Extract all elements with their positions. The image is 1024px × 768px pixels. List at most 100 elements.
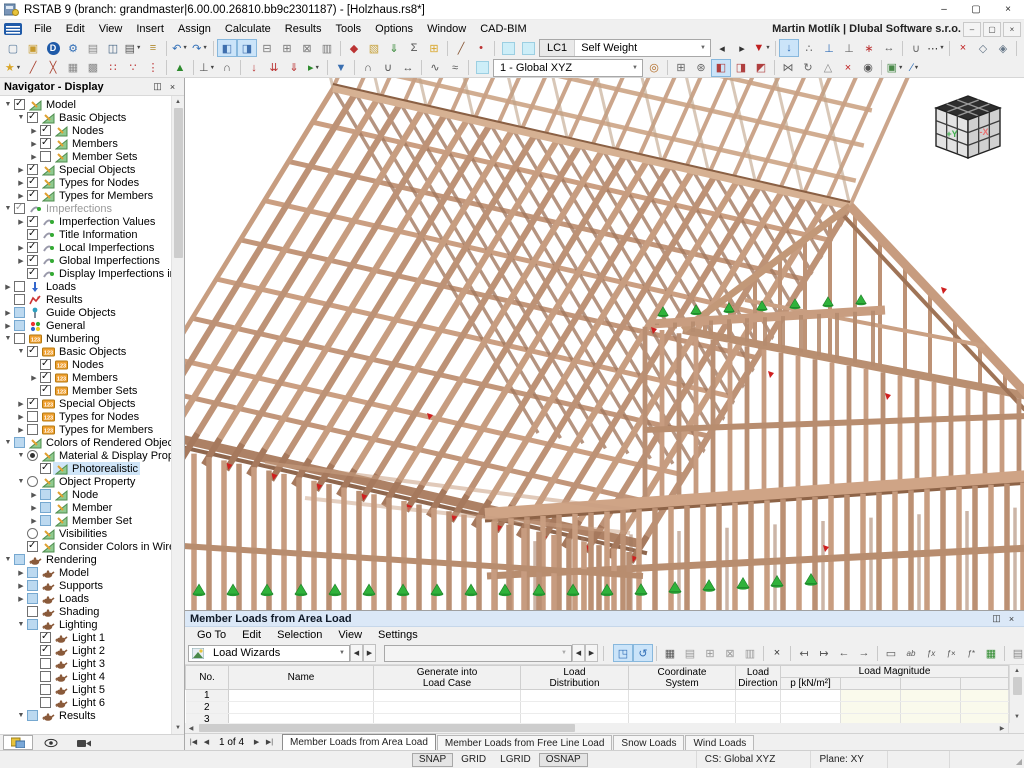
panel-menu-edit[interactable]: Edit [234,629,269,641]
tree-checkbox[interactable] [27,540,38,552]
tree-checkbox[interactable] [14,437,25,448]
render-transparent-button[interactable]: ◈ [993,39,1013,57]
view-in-model-button[interactable]: ◳ [613,644,633,662]
select-special-button[interactable]: ★ ▼ [3,59,23,77]
tree-checkbox[interactable] [27,111,38,123]
collapse-icon[interactable]: ▼ [15,621,27,628]
workplane-display-toggle-button[interactable] [472,59,492,77]
undo-button[interactable]: ↶ ▼ [170,39,190,57]
sync-selection-button[interactable]: ↺ [633,644,653,662]
table-group-combobox[interactable]: Load Wizards ▼ [188,644,350,662]
tree-radio[interactable] [27,450,38,461]
coordinate-system-combobox[interactable]: 1 - Global XYZ ▼ [493,58,643,77]
show-snap-button[interactable]: ⊛ [691,59,711,77]
first-table-button[interactable]: |◀ [187,736,200,749]
redo-button[interactable]: ↷ ▼ [190,39,210,57]
menu-insert[interactable]: Insert [129,20,171,38]
scroll-down-icon[interactable]: ▼ [172,722,185,734]
background-image-button[interactable]: ▣ ▼ [885,59,905,77]
table-vertical-scrollbar[interactable]: ▲ ▼ [1009,665,1024,723]
table-cell[interactable] [840,701,901,714]
tree-item-local-imperfections[interactable]: ▶ Local Imperfections [0,241,171,254]
tree-checkbox[interactable] [40,658,51,669]
table-cell[interactable] [628,689,736,702]
tree-item-special-objects[interactable]: ▶ 123 Special Objects [0,397,171,410]
tree-checkbox[interactable] [40,631,51,643]
chevron-down-icon[interactable]: ▼ [765,45,770,51]
tree-item-types-for-members[interactable]: ▶ Types for Members [0,189,171,202]
tree-item-loads[interactable]: ▶ Loads [0,280,171,293]
expand-icon[interactable]: ▶ [2,322,14,330]
formula-edit-button[interactable]: ƒ* [961,644,981,662]
expand-icon[interactable]: ▶ [15,179,27,187]
tree-item-rendering[interactable]: ▼ Rendering [0,553,171,566]
views-navigator-tab[interactable] [69,735,99,750]
tree-item-supports[interactable]: ▶ Supports [0,579,171,592]
table-cell[interactable] [735,689,781,702]
chevron-down-icon[interactable]: ▼ [914,65,919,71]
toggle-scripting-button[interactable]: ⊠ [297,39,317,57]
expand-icon[interactable]: ▶ [28,504,40,512]
tree-checkbox[interactable] [40,489,51,500]
hinges-tool-button[interactable]: ∩ [217,59,237,77]
connect-members-button[interactable]: ╳ [43,59,63,77]
tree-item-results[interactable]: ▼ Results [0,709,171,722]
tree-item-member-sets[interactable]: 123 Member Sets [0,384,171,397]
tree-checkbox[interactable] [27,397,38,409]
previous-filter-button[interactable]: ◀ [572,644,585,662]
generate-loads-button[interactable]: ▸ ▼ [304,59,324,77]
collapse-icon[interactable]: ▼ [15,452,27,459]
tree-item-imperfections[interactable]: ▼ Imperfections [0,202,171,215]
expand-icon[interactable]: ▶ [15,257,27,265]
collapse-icon[interactable]: ▼ [15,712,27,719]
menu-calculate[interactable]: Calculate [218,20,278,38]
edit-materials-button[interactable]: ▧ [364,39,384,57]
tree-item-colors-of-rendered-objects-by[interactable]: ▼ Colors of Rendered Objects by [0,436,171,449]
tree-checkbox[interactable] [40,671,51,682]
tree-checkbox[interactable] [27,710,38,721]
collapse-icon[interactable]: ▼ [2,205,14,212]
expand-icon[interactable]: ▶ [28,140,40,148]
table-cell[interactable] [900,689,961,702]
expand-icon[interactable]: ▶ [2,309,14,317]
formula-button[interactable]: ƒx [921,644,941,662]
filter-view-button[interactable]: ▼ [331,59,351,77]
model-3d-viewport[interactable]: +Y -X [185,78,1024,610]
navigator-scrollbar[interactable]: ▲ ▼ [171,96,184,734]
tree-checkbox[interactable] [27,241,38,253]
tree-item-members[interactable]: ▶ Members [0,137,171,150]
tree-item-model[interactable]: ▼ Model [0,98,171,111]
close-panel-icon[interactable]: × [165,80,180,94]
tree-checkbox[interactable] [14,281,25,292]
tree-checkbox[interactable] [27,228,38,240]
show-load-values-button[interactable]: ∴ [799,39,819,57]
tree-checkbox[interactable] [40,644,51,656]
tree-checkbox[interactable] [27,567,38,578]
tree-item-light-2[interactable]: Light 2 [0,644,171,657]
table-cell[interactable] [373,689,521,702]
tree-checkbox[interactable] [27,580,38,591]
tree-item-results[interactable]: Results [0,293,171,306]
new-node-button[interactable]: • [471,39,491,57]
menu-tools[interactable]: Tools [328,20,368,38]
data-navigator-tab[interactable] [3,735,33,750]
workplane-xz-button[interactable]: ◩ [751,59,771,77]
new-member-button[interactable]: ╱ [451,39,471,57]
rename-cells-button[interactable]: ab [901,644,921,662]
previous-table-button[interactable]: ◀ [350,644,363,662]
tree-item-light-4[interactable]: Light 4 [0,670,171,683]
expand-icon[interactable]: ▶ [28,517,40,525]
tree-item-title-information[interactable]: Title Information [0,228,171,241]
filter-loads-button[interactable]: ▼ ▼ [752,39,772,57]
panel-menu-selection[interactable]: Selection [269,629,330,641]
table-cell[interactable] [840,689,901,702]
chevron-down-icon[interactable]: ▼ [898,65,903,71]
table-cell[interactable] [900,713,961,723]
row-settings-button[interactable]: ▥ [740,644,760,662]
workplane-xy-button[interactable]: ◧ [711,58,731,77]
tree-checkbox[interactable] [40,358,51,370]
load-table[interactable]: No. Name Generate into Load Case Load Distrib… [185,665,1010,723]
table-row[interactable]: 1 [185,689,1010,702]
row-number[interactable]: 2 [185,701,229,714]
menu-view[interactable]: View [92,20,130,38]
